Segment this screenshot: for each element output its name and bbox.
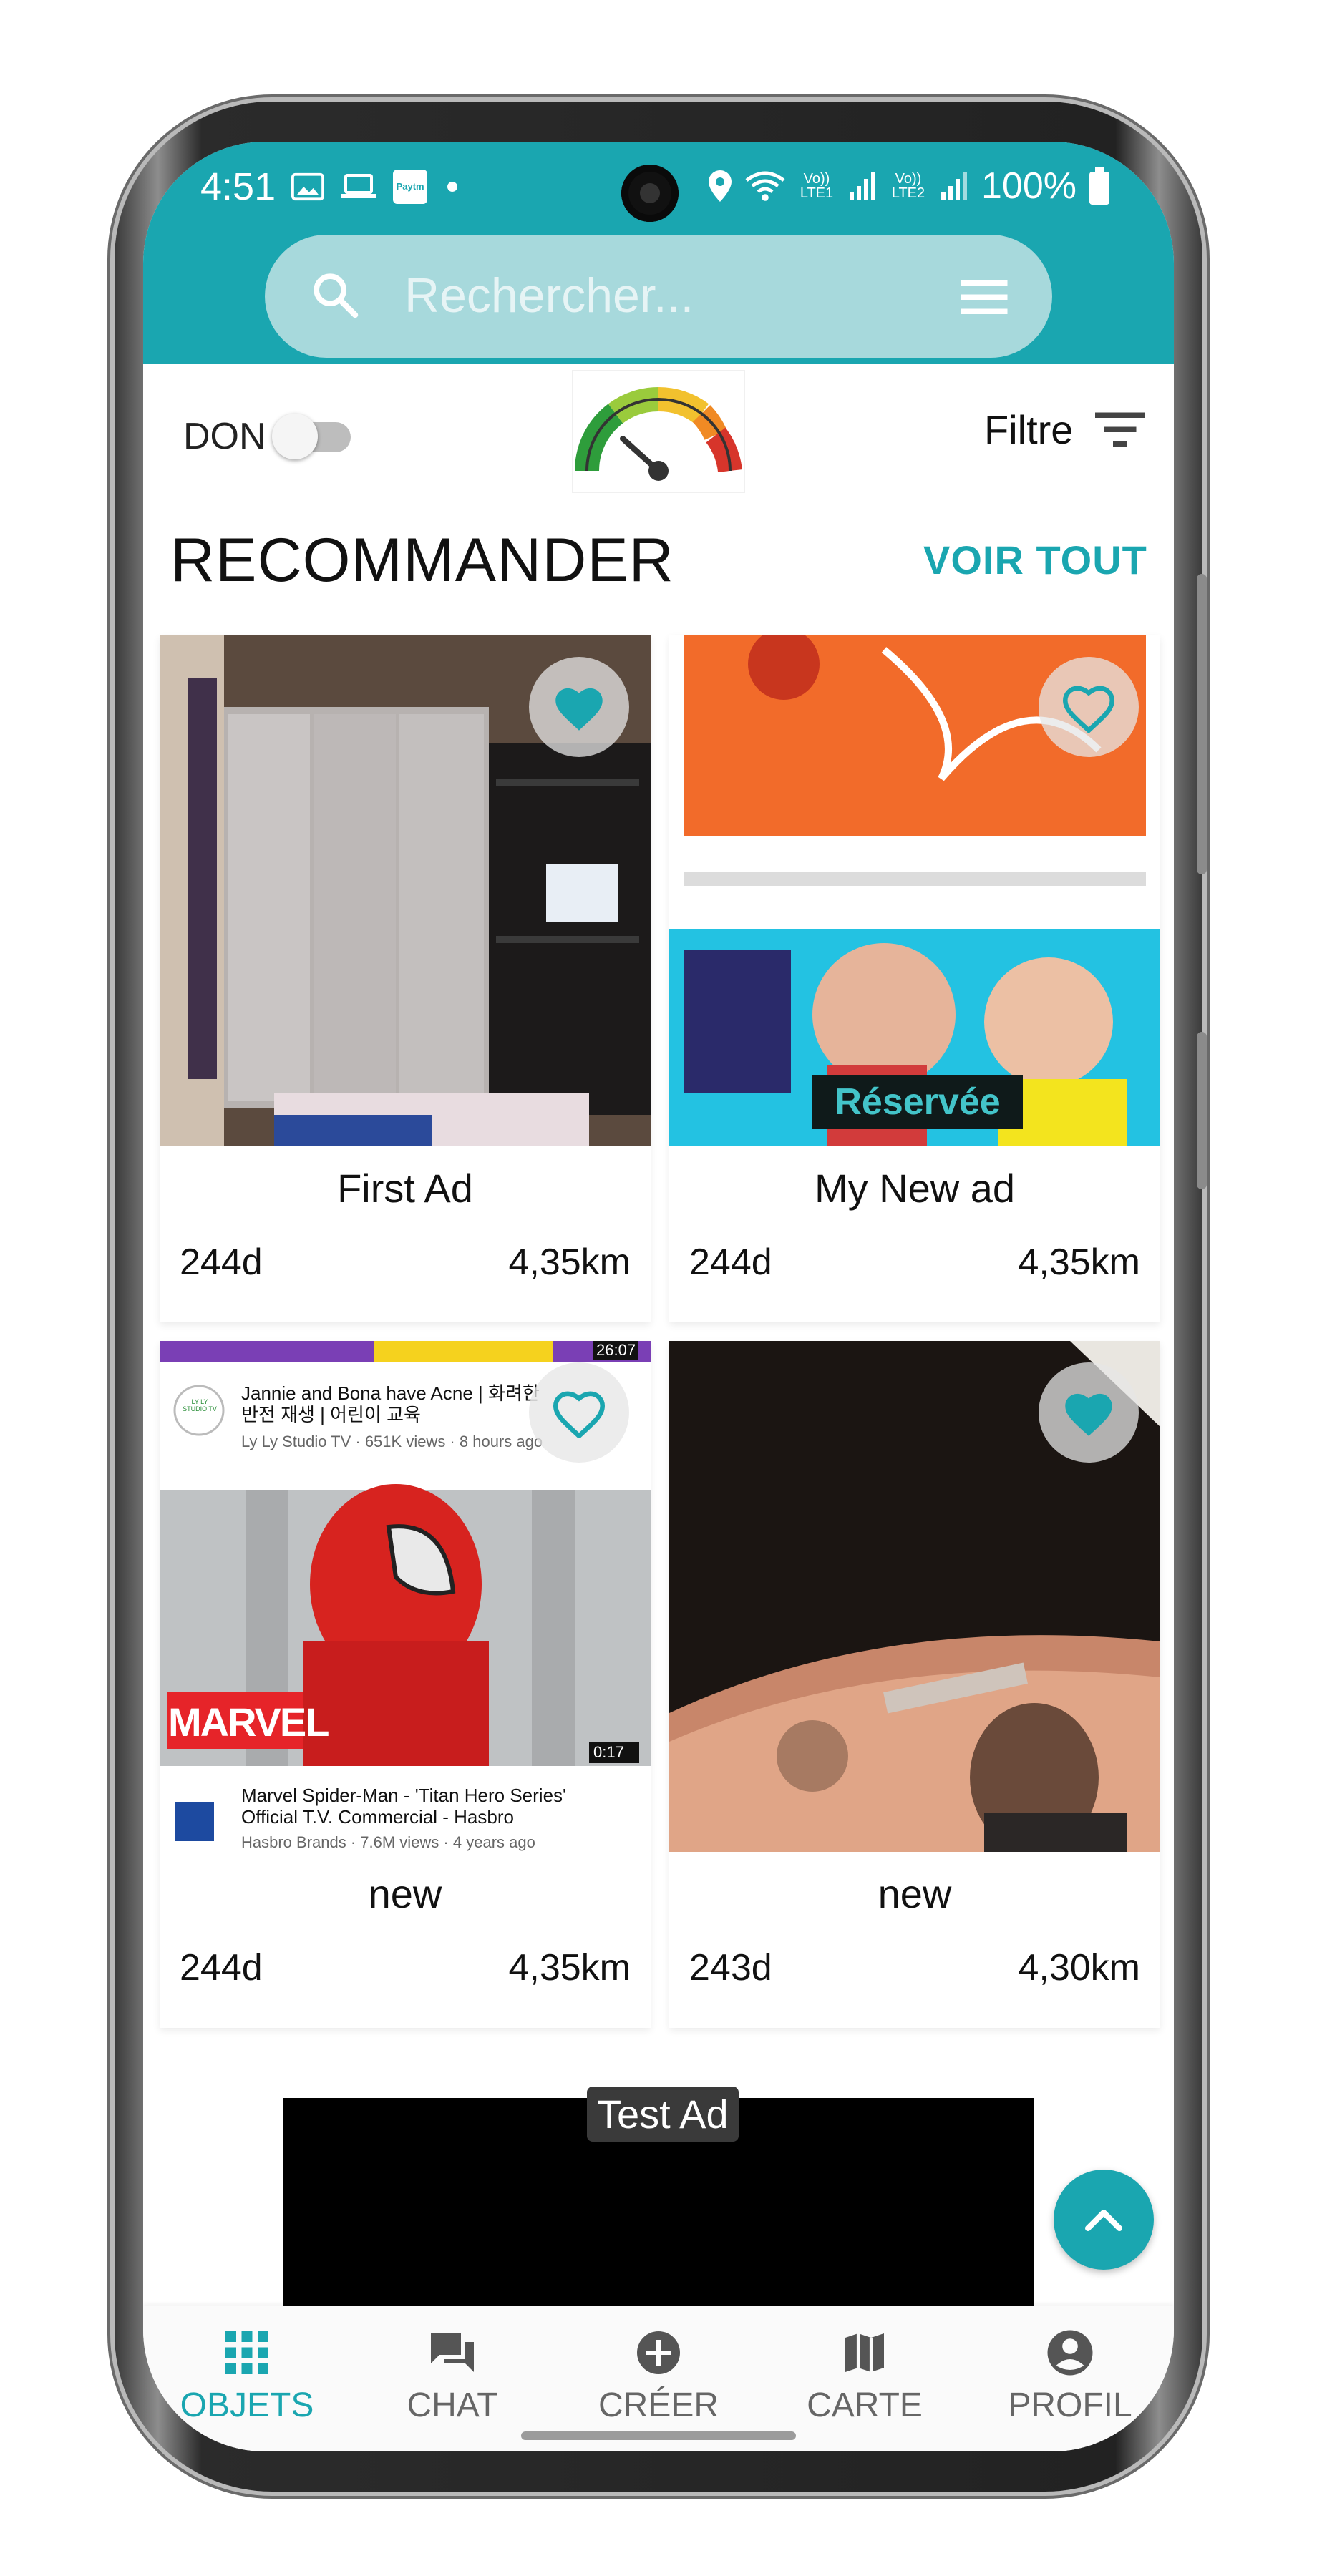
phone-frame: 4:51 Paytm Vo)) LTE1 Vo)) LTE2 100% Rech… — [115, 102, 1207, 2492]
marvel-logo: MARVEL — [168, 1699, 329, 1745]
nav-label: CARTE — [807, 2386, 923, 2424]
grid-icon — [225, 2331, 268, 2374]
search-header: Rechercher... — [143, 235, 1174, 364]
front-camera — [621, 165, 679, 222]
listing-distance: 4,35km — [508, 1241, 631, 1283]
add-circle-icon — [637, 2331, 680, 2374]
chat-icon — [431, 2333, 474, 2372]
nav-profil[interactable]: PROFIL — [984, 2327, 1156, 2434]
chevron-up-icon — [1085, 2210, 1122, 2231]
listing-age: 243d — [689, 1947, 772, 1989]
don-label: DON — [183, 416, 266, 457]
listing-distance: 4,35km — [508, 1947, 631, 1989]
listing-card[interactable]: new 243d 4,30km — [669, 1341, 1160, 2028]
map-icon — [845, 2333, 884, 2372]
nav-label: CRÉER — [598, 2386, 719, 2424]
filter-icon[interactable] — [1095, 408, 1145, 449]
listing-photo: Réservée — [669, 635, 1160, 1146]
listing-distance: 4,30km — [1018, 1947, 1140, 1989]
search-icon — [314, 273, 359, 318]
listing-title: My New ad — [814, 1166, 1016, 1211]
nav-label: CHAT — [407, 2386, 498, 2424]
listing-card[interactable]: 26:07 Jannie and Bona have Acne | 화려한 반전… — [160, 1341, 651, 2028]
listing-photo — [669, 1341, 1160, 1852]
filter-button-label[interactable]: Filtre — [984, 406, 1073, 453]
nav-label: PROFIL — [1008, 2386, 1132, 2424]
video-title: Jannie and Bona have Acne | 화려한 반전 재생 | … — [241, 1382, 540, 1425]
listing-distance: 4,35km — [1018, 1241, 1140, 1283]
account-icon — [1047, 2330, 1093, 2376]
favorite-button[interactable] — [1039, 657, 1139, 757]
toggle-knob — [272, 414, 318, 459]
signal-icon — [850, 172, 875, 200]
nav-objets[interactable]: OBJETS — [161, 2327, 333, 2434]
battery-percent: 100% — [981, 165, 1077, 207]
laptop-icon — [341, 174, 376, 198]
see-all-link[interactable]: VOIR TOUT — [923, 537, 1147, 583]
bottom-navigation: OBJETS CHAT CRÉER CARTE PROFIL — [143, 2306, 1174, 2451]
video-meta: Ly Ly Studio TV · 651K views · 8 hours a… — [241, 1433, 543, 1450]
signal-2-icon — [941, 172, 967, 200]
nav-chat[interactable]: CHAT — [366, 2327, 538, 2434]
heart-outline-icon — [1062, 686, 1115, 733]
battery-icon — [1089, 167, 1109, 205]
listing-title: new — [368, 1871, 442, 1916]
listing-card[interactable]: Réservée My New ad 244d 4,35km — [669, 635, 1160, 1322]
listing-photo — [160, 635, 651, 1146]
scroll-top-button[interactable] — [1054, 2170, 1154, 2270]
nav-creer[interactable]: CRÉER — [573, 2327, 744, 2434]
listing-title: new — [878, 1871, 952, 1916]
favorite-button[interactable] — [529, 657, 629, 757]
favorite-button[interactable] — [1039, 1362, 1139, 1463]
video-title: Marvel Spider-Man - 'Titan Hero Series' … — [241, 1785, 566, 1828]
screen: 4:51 Paytm Vo)) LTE1 Vo)) LTE2 100% Rech… — [143, 142, 1174, 2451]
search-placeholder: Rechercher... — [404, 268, 694, 323]
location-icon — [709, 170, 732, 202]
status-bar: 4:51 Paytm Vo)) LTE1 Vo)) LTE2 100% — [143, 142, 1174, 235]
video-duration: 26:07 — [593, 1341, 639, 1360]
listing-age: 244d — [180, 1241, 263, 1283]
listing-age: 244d — [180, 1947, 263, 1989]
section-header: RECOMMANDER VOIR TOUT — [143, 492, 1174, 614]
volume-button — [1197, 574, 1207, 874]
test-ad-label: Test Ad — [587, 2087, 739, 2142]
reserved-badge: Réservée — [812, 1075, 1023, 1129]
don-toggle[interactable] — [272, 408, 351, 459]
volte-label: Vo)) LTE1 — [800, 171, 834, 201]
heart-filled-icon — [555, 688, 603, 731]
favorite-button[interactable] — [529, 1362, 629, 1463]
filter-bar: DON Filtre — [143, 364, 1174, 492]
notification-dot-icon — [447, 182, 458, 192]
volte2-label: Vo)) LTE2 — [891, 171, 925, 201]
heart-outline-icon — [553, 1391, 606, 1438]
channel-logo-text: LY LY STUDIO TV — [183, 1398, 217, 1413]
listing-age: 244d — [689, 1241, 772, 1283]
gauge-logo-icon — [573, 371, 744, 492]
home-indicator[interactable] — [521, 2431, 796, 2440]
nav-carte[interactable]: CARTE — [779, 2327, 951, 2434]
paytm-icon: Paytm — [393, 170, 428, 204]
heart-filled-icon — [1065, 1393, 1112, 1436]
video-duration: 0:17 — [593, 1743, 624, 1761]
listing-card[interactable]: First Ad 244d 4,35km — [160, 635, 651, 1322]
status-time: 4:51 — [200, 165, 276, 208]
power-button — [1197, 1032, 1207, 1189]
listing-title: First Ad — [337, 1166, 473, 1211]
section-title: RECOMMANDER — [170, 526, 674, 595]
listing-photo: 26:07 Jannie and Bona have Acne | 화려한 반전… — [160, 1341, 651, 1852]
video-meta: Hasbro Brands · 7.6M views · 4 years ago — [241, 1833, 535, 1851]
image-icon — [291, 172, 325, 201]
nav-label: OBJETS — [180, 2386, 314, 2424]
menu-icon[interactable] — [959, 276, 1009, 316]
wifi-icon — [745, 171, 785, 201]
search-input[interactable]: Rechercher... — [265, 235, 1052, 358]
